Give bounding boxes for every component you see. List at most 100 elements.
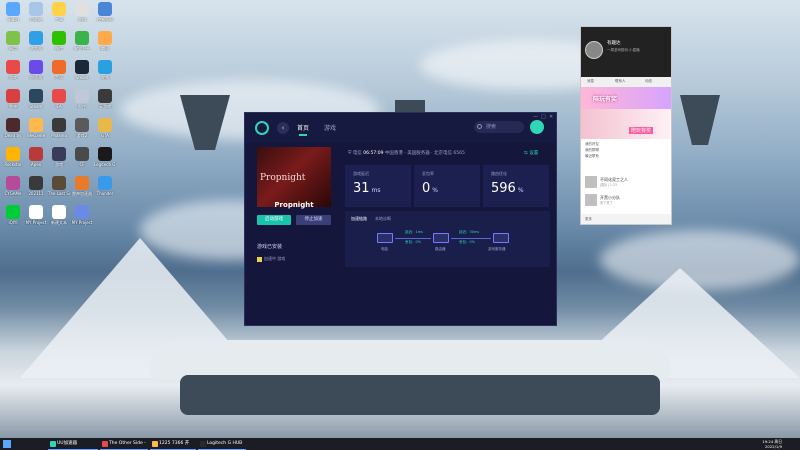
desktop-icon[interactable]: 网盘 [2,31,24,51]
desktop-icon-label: WeGame [26,133,46,138]
desktop-icon[interactable]: 游戏 [48,147,70,167]
desktop-icon[interactable]: 腾讯 [94,31,116,51]
desktop-icon[interactable]: 新建文本 [48,205,70,225]
launch-game-button[interactable]: 启动游戏 [257,215,291,225]
desktop-icon-label: 回收站 [30,17,42,22]
avatar[interactable] [585,41,603,59]
windows-start-icon[interactable] [3,440,11,448]
installed-game-item[interactable]: 加速中 游戏 [257,256,285,262]
desktop-icon[interactable]: Steam [25,89,47,109]
tab-contacts[interactable]: 联系人 [615,79,626,84]
desktop-icon-label: CYGAMe [4,191,22,196]
app-icon [6,89,20,103]
close-button[interactable]: ✕ [549,114,553,120]
game-title: Propnight [274,201,314,209]
back-arrow-icon[interactable]: ‹ [277,122,289,134]
contact-groups: 我的好友 我的群聊 最近联系 [585,141,599,159]
desktop-icon[interactable]: WeGame [25,118,47,138]
desktop-icon[interactable]: MY Project [71,205,93,225]
tab-messages[interactable]: 消息 [587,79,594,84]
list-item[interactable]: 开黑小分队 来了来了 [585,193,667,207]
desktop-icon[interactable]: GTA [94,118,116,138]
desktop-icon-label: Steam [75,75,89,80]
desktop-icon[interactable]: iQIYI [2,205,24,225]
desktop-icon-label: 安全卫士 [74,46,90,51]
tab-local-diagnosis[interactable]: 本地诊断 [375,216,391,222]
search-input[interactable]: 搜索 [474,121,524,133]
taskbar-clock[interactable]: 19:24 周日 2022/1/9 [762,439,782,449]
desktop-icon[interactable]: 文档 [71,2,93,22]
chat-footer[interactable]: 更多 [581,214,671,224]
desktop-icon[interactable]: 雷神加速器 [71,176,93,196]
desktop-icon[interactable]: Thunder [94,176,116,196]
desktop-icon-label: Phasmo [51,133,67,138]
desktop-icon[interactable]: 回收站 [25,2,47,22]
app-logo-icon [255,121,269,135]
desktop-icon[interactable]: 游戏 [2,60,24,80]
stat-value: 0% [422,181,438,196]
desktop-icon[interactable]: Steam [71,60,93,80]
desktop-icon[interactable]: 云游戏 [94,89,116,109]
taskbar-item[interactable]: UU加速器 [48,438,98,450]
desktop-icon[interactable]: Apex [25,147,47,167]
desktop-icon[interactable]: Rockstar [2,147,24,167]
desktop-icon-label: 加速器 [30,75,42,80]
minimize-button[interactable]: — [533,114,538,120]
stop-accel-button[interactable]: 停止加速 [296,215,331,225]
app-icon [52,205,66,219]
desktop-icon[interactable]: 游戏2 [71,118,93,138]
group-recent[interactable]: 最近联系 [585,153,599,159]
app-icon [52,89,66,103]
promo-ad[interactable]: 陪玩有奖 [581,109,671,139]
desktop-icon[interactable]: 微信 [48,31,70,51]
desktop-icon[interactable]: 加速器 [25,60,47,80]
desktop-icon[interactable]: 工具 [48,2,70,22]
stat-unit: % [432,187,438,194]
installed-games-heading: 游戏已安装 [257,244,283,250]
game-icon [257,256,262,262]
desktop-icon[interactable]: Logitech G HUB [94,147,116,167]
desktop-icon[interactable]: 计算机 [2,2,24,22]
list-item[interactable]: 不同化双工之人 [图片] 1:23 [585,175,667,189]
maximize-button[interactable]: □ [541,114,546,120]
app-icon [6,147,20,161]
desktop-icon-label: Dead by [4,133,22,138]
taskbar-item[interactable]: 1225 7366 开黑... [150,438,196,450]
user-avatar[interactable] [530,120,544,134]
desktop-icon[interactable]: CYGAMe [2,176,24,196]
desktop-icon[interactable]: CF [71,147,93,167]
app-icon [75,31,89,45]
tab-accel-route[interactable]: 加速链路 [351,216,367,222]
app-icon [98,118,112,132]
desktop-icon[interactable]: Phasmo [48,118,70,138]
desktop-icon[interactable]: 音乐 [48,60,70,80]
desktop-icon[interactable]: 安全卫士 [71,31,93,51]
settings-link[interactable]: ⇆ 设置 [524,150,538,156]
node-label: 路由器 [435,247,446,251]
taskbar-app-icon [102,441,108,447]
desktop-icon[interactable]: EA [48,89,70,109]
desktop-icon[interactable]: 雷神 [2,89,24,109]
desktop-icon[interactable]: 图片 [71,89,93,109]
tab-home[interactable]: 首页 [297,123,309,136]
desktop-icon[interactable]: 视频 [94,60,116,80]
taskbar-app-icon [50,441,56,447]
tab-feeds[interactable]: 动态 [645,79,652,84]
desktop-icon[interactable]: The Last Sword [48,176,70,196]
desktop-icon[interactable]: Dead by [2,118,24,138]
settings-label: 设置 [529,151,539,156]
chat-tabs: 消息 联系人 动态 [581,77,671,87]
desktop-icon[interactable]: 浏览器 [25,31,47,51]
desktop-icon-label: MY Project [71,220,93,225]
chat-window: 有趣达 一周游戏陪玩·小直播 消息 联系人 动态 陪玩有奖 陪玩有奖 我的好友 … [580,26,672,225]
desktop-icon[interactable]: MY Project [25,205,47,225]
taskbar-item[interactable]: Logitech G HUB [198,438,246,450]
desktop-icon[interactable]: 202111 [25,176,47,196]
tab-games[interactable]: 游戏 [324,123,336,132]
installed-game-label: 加速中 游戏 [264,256,286,261]
taskbar-item[interactable]: The Other Side - ... [100,438,148,450]
promo-banner[interactable]: 陪玩有奖 [581,87,671,109]
chat-header: 有趣达 一周游戏陪玩·小直播 [581,27,671,77]
desktop-icon[interactable]: 控制面板 [94,2,116,22]
app-icon [29,176,43,190]
